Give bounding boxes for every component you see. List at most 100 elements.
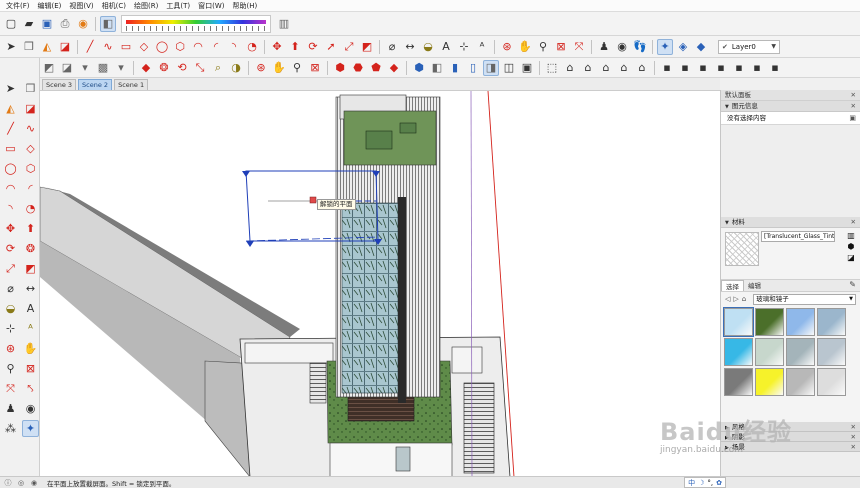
eraser-icon[interactable]: ◪ — [57, 39, 73, 55]
bottom-view-icon[interactable]: ▣ — [519, 60, 535, 76]
look-around-tool-icon[interactable]: ◉ — [22, 400, 39, 417]
open-folder-icon[interactable]: ▰ — [21, 16, 37, 32]
pie-icon[interactable]: ◔ — [244, 39, 260, 55]
zoom-window-icon[interactable]: ⊠ — [553, 39, 569, 55]
position-camera-icon[interactable]: ♟ — [596, 39, 612, 55]
arc-icon[interactable]: ◠ — [190, 39, 206, 55]
arc-2-icon[interactable]: ◜ — [208, 39, 224, 55]
material-swatch[interactable] — [786, 368, 815, 396]
protractor-tool-icon[interactable]: ◒ — [2, 300, 19, 317]
extension-icon[interactable]: ▥ — [276, 16, 292, 32]
display-secondary-icon[interactable]: ▥ — [847, 231, 855, 240]
menu-help[interactable]: 帮助(H) — [228, 0, 261, 12]
look-around-icon[interactable]: ◉ — [614, 39, 630, 55]
solid-union-icon[interactable]: ▪ — [695, 60, 711, 76]
component-icon[interactable]: ❒ — [21, 39, 37, 55]
close-icon[interactable]: ✕ — [851, 90, 856, 101]
push-pull-tool-icon[interactable]: ⬆ — [22, 220, 39, 237]
close-icon[interactable]: ✕ — [851, 432, 856, 442]
solid-subtract-icon[interactable]: ▪ — [713, 60, 729, 76]
arc-3-icon[interactable]: ◝ — [226, 39, 242, 55]
move-icon[interactable]: ✥ — [269, 39, 285, 55]
material-swatch[interactable] — [723, 307, 754, 337]
menu-window[interactable]: 窗口(W) — [194, 0, 228, 12]
select-tool-icon[interactable]: ➤ — [2, 80, 19, 97]
axes-tool-icon[interactable]: ⊹ — [2, 320, 19, 337]
credits-icon[interactable]: ◎ — [16, 478, 26, 488]
solid-intersect-icon[interactable]: ▪ — [677, 60, 693, 76]
close-icon[interactable]: ✕ — [851, 422, 856, 432]
wireframe-style-icon[interactable]: ⌂ — [580, 60, 596, 76]
create-material-icon[interactable]: ⬢ — [848, 242, 855, 251]
dimension-icon[interactable]: ↔ — [402, 39, 418, 55]
ime-language[interactable]: 中 — [688, 478, 695, 488]
menu-camera[interactable]: 相机(C) — [98, 0, 130, 12]
material-swatch[interactable] — [817, 338, 846, 366]
menu-file[interactable]: 文件(F) — [2, 0, 34, 12]
zoom-extents-icon[interactable]: ⤧ — [571, 39, 587, 55]
ruby-icon[interactable]: ◆ — [386, 60, 402, 76]
close-icon[interactable]: ✕ — [851, 217, 856, 228]
section-display-icon[interactable]: ◈ — [675, 39, 691, 55]
follow-icon[interactable]: ❂ — [156, 60, 172, 76]
solid-split-icon[interactable]: ▪ — [749, 60, 765, 76]
follow-me-icon[interactable]: ➚ — [323, 39, 339, 55]
tape-measure-icon[interactable]: ⌀ — [384, 39, 400, 55]
3d-text-icon[interactable]: ᴬ — [474, 39, 490, 55]
offset-icon[interactable]: ◩ — [359, 39, 375, 55]
warehouse-icon[interactable]: ⬢ — [332, 60, 348, 76]
scene-tab-2[interactable]: Scene 2 — [78, 79, 113, 90]
orbit-icon[interactable]: ⊛ — [499, 39, 515, 55]
scale-icon[interactable]: ⤢ — [341, 39, 357, 55]
orbit-2-icon[interactable]: ⊛ — [253, 60, 269, 76]
layer-dropdown[interactable]: ✔ Layer0 ▼ — [718, 39, 780, 54]
zoom-tool-icon[interactable]: ⚲ — [2, 360, 19, 377]
zoom-icon[interactable]: ⚲ — [535, 39, 551, 55]
eyedropper-icon[interactable]: ✎ — [849, 280, 856, 289]
ime-settings-icon[interactable]: ✿ — [716, 479, 722, 487]
rectangle-tool-icon[interactable]: ▭ — [2, 140, 19, 157]
ime-moon-icon[interactable]: ☽ — [698, 479, 704, 487]
styles-section[interactable]: ▶ 风格 ✕ — [721, 422, 860, 432]
sandbox-icon[interactable]: ◆ — [138, 60, 154, 76]
materials-header[interactable]: ▼ 材料 ✕ — [721, 217, 860, 228]
save-icon[interactable]: ▣ — [39, 16, 55, 32]
pin-icon[interactable]: ▣ — [849, 112, 856, 125]
offset-tool-icon[interactable]: ◩ — [22, 260, 39, 277]
share-model-icon[interactable]: ⬣ — [350, 60, 366, 76]
eraser-tool-icon[interactable]: ◪ — [22, 100, 39, 117]
tab-select[interactable]: 选择 — [721, 280, 744, 291]
textured-style-icon[interactable]: ⌂ — [634, 60, 650, 76]
material-swatch[interactable] — [755, 308, 784, 336]
make-component-tool-icon[interactable]: ❒ — [22, 80, 39, 97]
paint-bucket-icon[interactable]: ◭ — [39, 39, 55, 55]
arc-tool-icon[interactable]: ◠ — [2, 180, 19, 197]
tab-edit[interactable]: 编辑 — [744, 280, 765, 291]
style-eraser-icon[interactable]: ◧ — [100, 15, 116, 32]
xray-style-icon[interactable]: ⬚ — [544, 60, 560, 76]
follow-me-tool-icon[interactable]: ❂ — [22, 240, 39, 257]
menu-view[interactable]: 视图(V) — [65, 0, 97, 12]
left-view-icon[interactable]: ◫ — [501, 60, 517, 76]
solid-trim-icon[interactable]: ▪ — [731, 60, 747, 76]
default-material-icon[interactable]: ◪ — [847, 253, 855, 262]
walk-icon[interactable]: 👣 — [632, 39, 648, 55]
line-tool-icon[interactable]: ╱ — [2, 120, 19, 137]
entity-info-header[interactable]: ▼ 图元信息 ✕ — [721, 101, 860, 112]
material-swatch[interactable] — [755, 338, 784, 366]
material-name-field[interactable]: [Translucent_Glass_Tinted] — [761, 231, 835, 242]
rotate-2-icon[interactable]: ⟲ — [174, 60, 190, 76]
move-tool-icon[interactable]: ✥ — [2, 220, 19, 237]
print-icon[interactable]: ⎙ — [57, 16, 73, 32]
pan-2-icon[interactable]: ✋ — [271, 60, 287, 76]
material-small-icon[interactable]: ▩ — [95, 60, 111, 76]
orbit-tool-icon[interactable]: ⊛ — [2, 340, 19, 357]
rotated-rect-tool-icon[interactable]: ◇ — [22, 140, 39, 157]
paint-tool-icon[interactable]: ◭ — [2, 100, 19, 117]
rotated-rect-icon[interactable]: ◇ — [136, 39, 152, 55]
front-view-icon[interactable]: ▮ — [447, 60, 463, 76]
tape-tool-icon[interactable]: ⌀ — [2, 280, 19, 297]
dropdown-small-icon[interactable]: ▾ — [77, 60, 93, 76]
rectangle-icon[interactable]: ▭ — [118, 39, 134, 55]
menu-tools[interactable]: 工具(T) — [162, 0, 194, 12]
